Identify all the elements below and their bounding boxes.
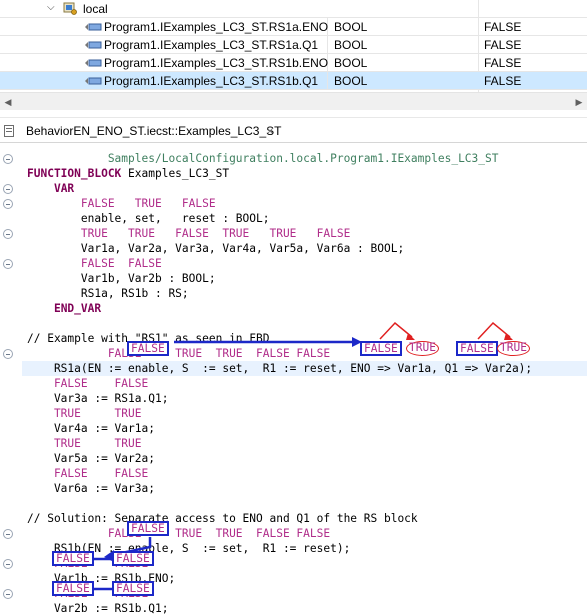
fold-collapse-icon[interactable] [3, 259, 13, 269]
variable-name: Program1.IExamples_LC3_ST.RS1b.Q1 [104, 74, 319, 88]
code-line[interactable]: FALSE FALSE [27, 256, 162, 271]
code-line[interactable]: // Example with "RS1" as seen in FBD [27, 331, 269, 346]
variable-icon [85, 59, 102, 67]
code-line[interactable]: // Solution: Separate access to ENO and … [27, 511, 418, 526]
code-line[interactable]: Var1a, Var2a, Var3a, Var4a, Var5a, Var6a… [27, 241, 404, 256]
editor-gutter [0, 143, 22, 615]
code-line[interactable]: TRUE TRUE FALSE TRUE TRUE FALSE [27, 226, 350, 241]
fold-collapse-icon[interactable] [3, 349, 13, 359]
fold-collapse-icon[interactable] [3, 559, 13, 569]
code-line[interactable]: Var1b, Var2b : BOOL; [27, 271, 216, 286]
code-line[interactable]: RS1a, RS1b : RS; [27, 286, 189, 301]
resource-folder-icon [63, 2, 77, 15]
table-row[interactable]: Program1.IExamples_LC3_ST.RS1b.ENO BOOL … [0, 54, 587, 72]
fold-collapse-icon[interactable] [3, 589, 13, 599]
editor-tab[interactable]: BehaviorEN_ENO_ST.iecst::Examples_LC3_ST… [2, 120, 282, 142]
variable-value[interactable]: FALSE [484, 36, 584, 54]
fold-collapse-icon[interactable] [3, 184, 13, 194]
variable-value[interactable]: FALSE [484, 54, 584, 72]
code-line[interactable]: FALSE FALSE [27, 466, 148, 481]
code-line[interactable]: Var6a := Var3a; [27, 481, 155, 496]
scroll-right-icon[interactable]: ▶ [571, 93, 587, 111]
variable-watch-table: ⌵ local Program1.IExamples_LC3_ST.RS1a.E… [0, 0, 587, 92]
code-line[interactable]: RS1b(EN := enable, S := set, R1 := reset… [27, 541, 350, 556]
code-line[interactable]: FALSE TRUE FALSE [27, 196, 216, 211]
table-row[interactable]: Program1.IExamples_LC3_ST.RS1a.ENO BOOL … [0, 18, 587, 36]
fold-collapse-icon[interactable] [3, 229, 13, 239]
variable-icon [85, 77, 102, 85]
code-line[interactable]: VAR [27, 181, 74, 196]
code-line[interactable]: Var5a := Var2a; [27, 451, 155, 466]
variable-value[interactable]: FALSE [484, 18, 584, 36]
variable-name: Program1.IExamples_LC3_ST.RS1a.Q1 [104, 38, 319, 52]
variable-type: BOOL [334, 74, 368, 88]
code-line[interactable]: FALSE TRUE TRUE FALSE FALSE [27, 346, 330, 361]
code-line[interactable]: END_VAR [27, 301, 101, 316]
horizontal-scrollbar[interactable]: ◀ ▶ [0, 92, 587, 110]
variable-type: BOOL [334, 20, 368, 34]
table-row[interactable]: Program1.IExamples_LC3_ST.RS1a.Q1 BOOL F… [0, 36, 587, 54]
variable-name: Program1.IExamples_LC3_ST.RS1a.ENO [104, 20, 329, 34]
table-row-selected[interactable]: Program1.IExamples_LC3_ST.RS1b.Q1 BOOL F… [0, 72, 587, 90]
code-line[interactable]: FALSE FALSE [27, 556, 148, 571]
code-line[interactable]: FUNCTION_BLOCK Examples_LC3_ST [27, 166, 229, 181]
code-line[interactable]: Var4a := Var1a; [27, 421, 155, 436]
fold-collapse-icon[interactable] [3, 199, 13, 209]
editor-tab-label: BehaviorEN_ENO_ST.iecst::Examples_LC3_ST [26, 124, 282, 138]
code-line[interactable]: TRUE TRUE [27, 436, 142, 451]
code-editor[interactable]: Samples/LocalConfiguration.local.Program… [0, 143, 587, 615]
variable-icon [85, 41, 102, 49]
code-line[interactable]: TRUE TRUE [27, 406, 142, 421]
code-line[interactable]: Var3a := RS1a.Q1; [27, 391, 169, 406]
tree-node-local[interactable]: ⌵ local [0, 0, 587, 18]
scroll-left-icon[interactable]: ◀ [0, 93, 16, 111]
variable-name: Program1.IExamples_LC3_ST.RS1b.ENO [104, 56, 329, 70]
st-file-icon [4, 125, 14, 137]
variable-type: BOOL [334, 56, 368, 70]
chevron-down-icon[interactable]: ⌵ [47, 2, 57, 14]
variable-value[interactable]: FALSE [484, 72, 584, 90]
code-line[interactable]: Var1b := RS1b.ENO; [27, 571, 175, 586]
code-line[interactable]: FALSE TRUE TRUE FALSE FALSE [27, 526, 330, 541]
code-line[interactable]: Samples/LocalConfiguration.local.Program… [27, 151, 499, 166]
code-line[interactable]: enable, set, reset : BOOL; [27, 211, 270, 226]
editor-tab-bar: BehaviorEN_ENO_ST.iecst::Examples_LC3_ST… [0, 117, 587, 143]
code-line[interactable]: RS1a(EN := enable, S := set, R1 := reset… [27, 361, 532, 376]
variable-type: BOOL [334, 38, 368, 52]
code-line[interactable]: FALSE FALSE [27, 376, 148, 391]
close-icon[interactable]: × [263, 120, 277, 142]
code-line[interactable]: Var2b := RS1b.Q1; [27, 601, 169, 615]
code-line[interactable]: FALSE FALSE [27, 586, 148, 601]
fold-collapse-icon[interactable] [3, 154, 13, 164]
fold-collapse-icon[interactable] [3, 529, 13, 539]
variable-icon [85, 23, 102, 31]
tree-node-label: local [83, 2, 108, 16]
